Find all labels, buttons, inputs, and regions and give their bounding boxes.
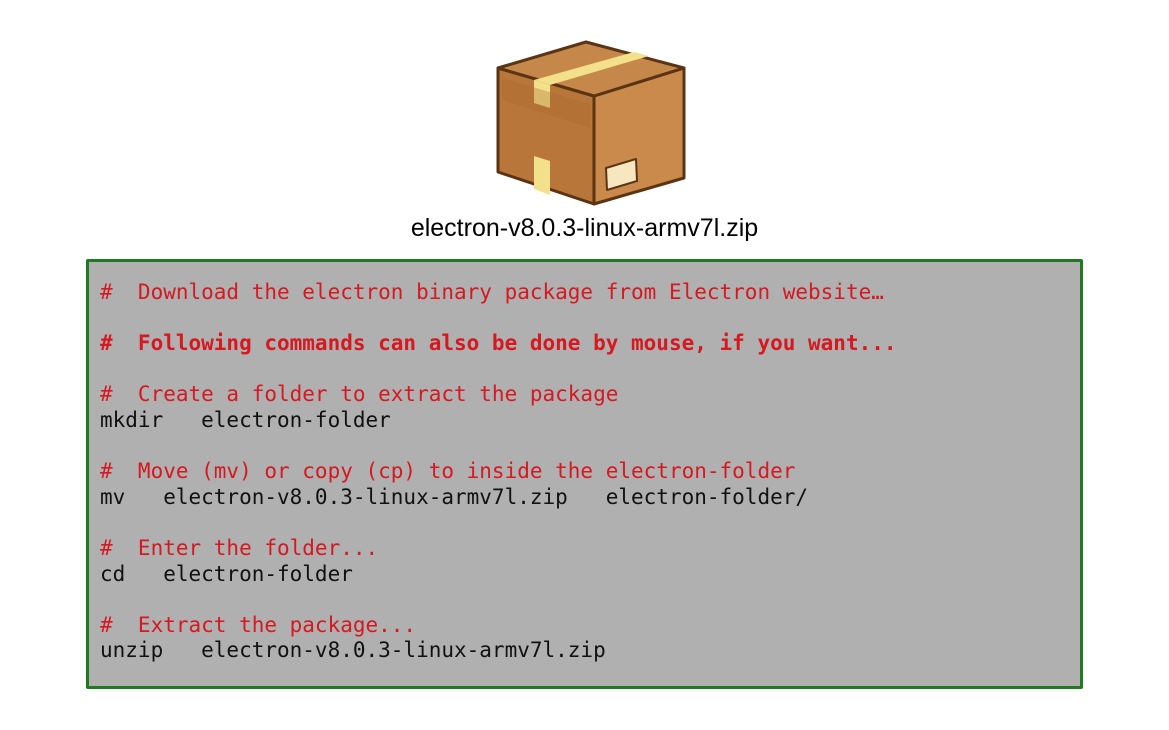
blank-line xyxy=(100,510,897,536)
command-list: # Download the electron binary package f… xyxy=(100,280,897,664)
blank-line xyxy=(100,434,897,460)
comment-line: # Download the electron binary package f… xyxy=(100,280,884,304)
file-name-label: electron-v8.0.3-linux-armv7l.zip xyxy=(410,214,759,242)
blank-line xyxy=(100,306,897,332)
command-line: cd electron-folder xyxy=(100,561,353,586)
comment-line: # Enter the folder... xyxy=(100,535,379,560)
comment-line: # Extract the package... xyxy=(100,612,417,637)
package-box-icon xyxy=(496,40,686,206)
comment-line: # Create a folder to extract the package xyxy=(100,382,619,407)
comment-line: # Following commands can also be done by… xyxy=(100,331,897,356)
comment-line: # Move (mv) or copy (cp) to inside the e… xyxy=(100,459,796,484)
command-line: unzip electron-v8.0.3-linux-armv7l.zip xyxy=(100,638,606,663)
command-line: mkdir electron-folder xyxy=(100,407,391,432)
blank-line xyxy=(100,357,897,383)
blank-line xyxy=(100,587,897,613)
terminal-panel: # Download the electron binary package f… xyxy=(86,259,1083,689)
command-line: mv electron-v8.0.3-linux-armv7l.zip elec… xyxy=(100,484,809,509)
